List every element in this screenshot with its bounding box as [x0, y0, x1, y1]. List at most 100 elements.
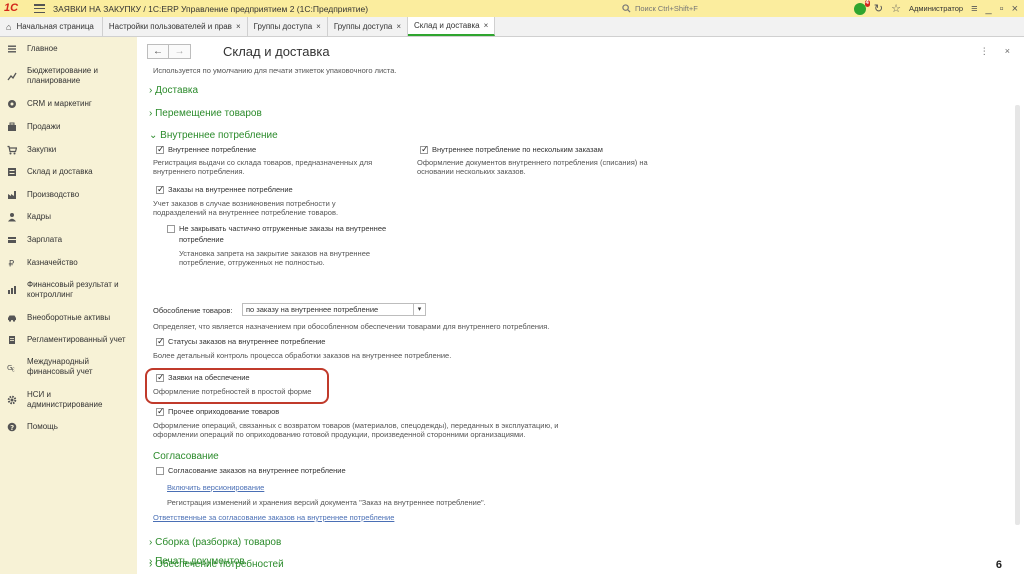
close-icon[interactable]: ×	[484, 21, 489, 30]
sidebar-item-salary[interactable]: Зарплата	[0, 235, 137, 245]
notifications-icon[interactable]: 4	[853, 0, 870, 15]
close-icon[interactable]: ×	[236, 22, 241, 31]
sidebar-item-label: Закупки	[27, 145, 57, 154]
checkbox[interactable]	[156, 336, 165, 347]
scrollbar[interactable]	[1015, 105, 1020, 525]
sidebar-item-label: Регламентированный учет	[27, 335, 126, 344]
window-title: ЗАЯВКИ НА ЗАКУПКУ / 1С:ERP Управление пр…	[53, 3, 369, 14]
checkbox[interactable]	[156, 144, 165, 155]
sidebar-item-admin[interactable]: НСИ и администрирование	[0, 390, 137, 410]
top-note: Используется по умолчанию для печати эти…	[153, 66, 397, 75]
svg-text:₽: ₽	[9, 260, 15, 269]
responsible-link[interactable]: Ответственные за согласование заказов на…	[153, 513, 394, 522]
minimize-icon[interactable]: _	[986, 3, 992, 15]
description: Оформление документов внутреннего потреб…	[417, 158, 648, 167]
settings-menu-icon[interactable]: ≡	[971, 3, 977, 15]
tab-access-groups-2[interactable]: Группы доступа ×	[327, 17, 409, 36]
forward-button[interactable]: →	[169, 44, 191, 59]
gear-icon	[7, 395, 17, 405]
factory-icon	[7, 190, 17, 200]
sidebar-item-label: Помощь	[27, 422, 58, 431]
settings-form: ← → Склад и доставка ⋮ × Используется по…	[137, 37, 1024, 574]
back-button[interactable]: ←	[147, 44, 169, 59]
description: Регистрация изменений и хранения версий …	[167, 498, 486, 507]
versioning-link[interactable]: Включить версионирование	[167, 483, 264, 492]
sidebar-item-budget[interactable]: Бюджетирование и планирование	[0, 66, 137, 86]
sidebar-item-label: Главное	[27, 44, 58, 53]
sidebar-item-label: Казначейство	[27, 258, 78, 267]
history-icon[interactable]: ↻	[874, 3, 883, 15]
sidebar-item-sales[interactable]: Продажи	[0, 122, 137, 132]
dropdown-icon[interactable]: ▾	[414, 303, 426, 316]
provision-label: Обособление товаров:	[153, 306, 233, 315]
checkbox-approval[interactable]: Согласование заказов на внутреннее потре…	[156, 466, 346, 475]
menu-icon	[7, 44, 17, 54]
checkbox-order-statuses[interactable]: Статусы заказов на внутреннее потреблени…	[156, 336, 325, 347]
checkbox-supply-requests[interactable]: Заявки на обеспечение	[156, 372, 250, 383]
checkbox-internal-orders[interactable]: Заказы на внутреннее потребление	[156, 184, 293, 195]
checkbox[interactable]	[156, 372, 165, 383]
close-window-icon[interactable]: ×	[1012, 3, 1018, 15]
cart-icon	[7, 145, 17, 155]
section-print-documents[interactable]: › Печать документов	[149, 557, 245, 567]
sidebar-item-crm[interactable]: CRM и маркетинг	[0, 99, 137, 109]
crm-icon	[7, 99, 17, 109]
restore-icon[interactable]: ▫	[1000, 3, 1004, 15]
description: Учет заказов в случае возникновения потр…	[153, 199, 336, 208]
section-goods-movement[interactable]: › Перемещение товаров	[149, 108, 262, 119]
global-search[interactable]	[622, 2, 806, 15]
sidebar-item-hr[interactable]: Кадры	[0, 212, 137, 222]
section-assembly[interactable]: › Сборка (разборка) товаров	[149, 537, 281, 548]
search-input[interactable]	[635, 4, 785, 13]
sidebar-item-international[interactable]: G € Международный финансовый учет	[0, 357, 137, 377]
provision-select[interactable]: по заказу на внутреннее потребление ▾	[242, 303, 426, 316]
checkbox-internal-multi-orders[interactable]: Внутреннее потребление по нескольким зак…	[420, 144, 603, 155]
tab-warehouse-delivery[interactable]: Склад и доставка ×	[408, 17, 496, 36]
tab-label: Группы доступа	[333, 22, 393, 31]
sidebar-item-production[interactable]: Производство	[0, 190, 137, 200]
sidebar-item-warehouse[interactable]: Склад и доставка	[0, 167, 137, 177]
section-internal-consumption[interactable]: ⌄ Внутреннее потребление	[149, 130, 278, 141]
international-icon: G €	[7, 362, 17, 372]
checkbox-label: Согласование заказов на внутреннее потре…	[168, 466, 346, 475]
user-name[interactable]: Администратор	[909, 4, 963, 13]
sidebar-item-assets[interactable]: Внеоборотные активы	[0, 313, 137, 323]
checkbox-label: Внутреннее потребление по нескольким зак…	[432, 145, 603, 154]
close-icon[interactable]: ×	[1005, 46, 1010, 57]
sidebar-item-help[interactable]: ? Помощь	[0, 422, 137, 432]
sidebar-item-regulated[interactable]: Регламентированный учет	[0, 335, 137, 345]
checkbox-other-receipt[interactable]: Прочее оприходование товаров	[156, 406, 279, 417]
help-icon: ?	[7, 422, 17, 432]
checkbox[interactable]	[156, 406, 165, 417]
sidebar-item-main[interactable]: Главное	[0, 44, 137, 54]
checkbox[interactable]	[167, 224, 175, 233]
checkbox-no-close-partial[interactable]: Не закрывать частично отгруженные заказы…	[167, 224, 386, 233]
description: Оформление операций, связанных с возврат…	[153, 421, 559, 430]
sidebar-item-label: Международный финансовый учет	[27, 357, 93, 376]
checkbox[interactable]	[156, 466, 164, 475]
sidebar-item-purchases[interactable]: Закупки	[0, 145, 137, 155]
description: подразделений на внутреннее потребление …	[153, 208, 339, 217]
main-menu-icon[interactable]	[34, 4, 45, 13]
sidebar-item-finance[interactable]: Финансовый результат и контроллинг	[0, 280, 137, 300]
provision-value[interactable]: по заказу на внутреннее потребление	[242, 303, 414, 316]
more-icon[interactable]: ⋮	[980, 46, 989, 57]
budget-icon	[7, 71, 17, 81]
tab-label: Начальная страница	[16, 22, 94, 31]
section-delivery[interactable]: › Доставка	[149, 85, 198, 96]
form-content[interactable]: Используется по умолчанию для печати эти…	[137, 63, 1024, 574]
checkbox-label: Заявки на обеспечение	[168, 373, 250, 382]
tab-access-groups-1[interactable]: Группы доступа ×	[247, 17, 328, 36]
close-icon[interactable]: ×	[396, 22, 401, 31]
sidebar-item-treasury[interactable]: ₽ Казначейство	[0, 258, 137, 268]
favorites-icon[interactable]: ☆	[891, 3, 901, 15]
tab-user-settings[interactable]: Настройки пользователей и прав ×	[102, 17, 248, 36]
checkbox-internal-consumption[interactable]: Внутреннее потребление	[156, 144, 256, 155]
document-icon	[7, 335, 17, 345]
tab-home[interactable]: ⌂ Начальная страница	[0, 17, 103, 36]
close-icon[interactable]: ×	[316, 22, 321, 31]
checkbox[interactable]	[156, 184, 165, 195]
svg-text:?: ?	[10, 424, 14, 432]
checkbox[interactable]	[420, 144, 429, 155]
search-icon	[622, 4, 631, 13]
